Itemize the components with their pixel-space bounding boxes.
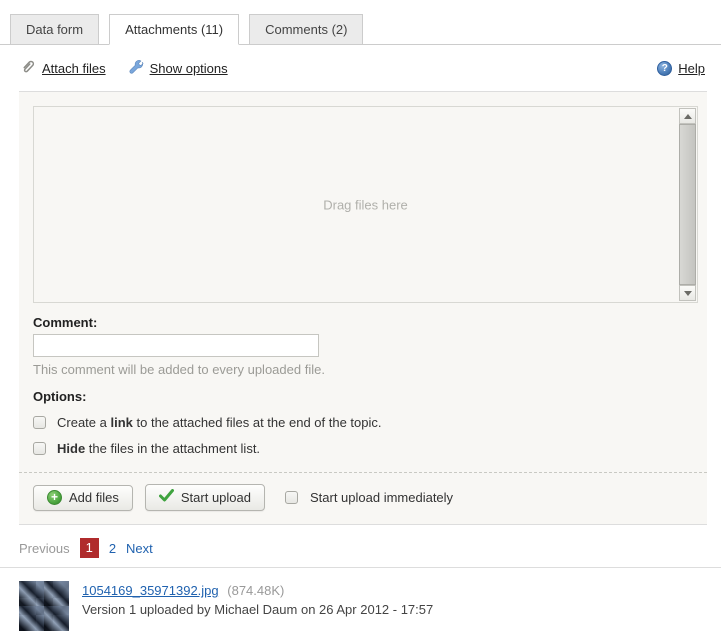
option-row-hide-files: Hide the files in the attachment list. [33, 441, 698, 456]
dropzone-scrollbar[interactable] [679, 108, 696, 301]
create-link-checkbox[interactable] [33, 416, 46, 429]
show-options-link[interactable]: Show options [128, 59, 228, 78]
add-files-button-label: Add files [69, 490, 119, 505]
pagination: Previous 1 2 Next [0, 525, 721, 568]
create-link-text-bold: link [110, 415, 132, 430]
tab-data-form[interactable]: Data form [10, 14, 99, 44]
comment-hint: This comment will be added to every uplo… [33, 362, 698, 377]
create-link-option-label: Create a link to the attached files at t… [57, 415, 382, 430]
dropzone-hint-text: Drag files here [323, 197, 408, 212]
create-link-text-pre: Create a [57, 415, 110, 430]
scroll-up-button[interactable] [679, 108, 696, 124]
create-link-text-post: to the attached files at the end of the … [133, 415, 382, 430]
dropzone[interactable]: Drag files here [33, 106, 698, 303]
paperclip-icon [20, 59, 36, 78]
scrollbar-track[interactable] [679, 124, 696, 285]
wrench-icon [128, 59, 144, 78]
add-circle-icon: + [47, 490, 62, 505]
tab-bar: Data form Attachments (11) Comments (2) [0, 0, 721, 45]
start-immediately-checkbox[interactable] [285, 491, 298, 504]
pagination-next-link[interactable]: Next [126, 541, 153, 556]
option-row-create-link: Create a link to the attached files at t… [33, 415, 698, 430]
attachments-toolbar: Attach files Show options ? Help [0, 45, 721, 91]
toolbar-left-group: Attach files Show options [20, 59, 228, 78]
hide-files-checkbox[interactable] [33, 442, 46, 455]
comment-section: Comment: This comment will be added to e… [33, 315, 698, 456]
pagination-page-1-current[interactable]: 1 [80, 538, 99, 558]
scroll-down-button[interactable] [679, 285, 696, 301]
upload-actions: + Add files Start upload Start upload im… [33, 473, 698, 524]
triangle-up-icon [684, 114, 692, 119]
options-label: Options: [33, 389, 698, 404]
help-link[interactable]: ? Help [657, 61, 705, 76]
start-upload-button-label: Start upload [181, 490, 251, 505]
attachment-row: 1054169_35971392.jpg (874.48K) Version 1… [19, 581, 721, 631]
hide-files-text-post: the files in the attachment list. [85, 441, 260, 456]
hide-files-text-bold: Hide [57, 441, 85, 456]
attach-files-link[interactable]: Attach files [20, 59, 106, 78]
attachment-size: (874.48K) [227, 583, 284, 598]
show-options-label: Show options [150, 61, 228, 76]
comment-input[interactable] [33, 334, 319, 357]
tab-attachments[interactable]: Attachments (11) [109, 14, 239, 45]
start-immediately-label: Start upload immediately [310, 490, 453, 505]
attachment-version-details: Version 1 uploaded by Michael Daum on 26… [82, 601, 433, 618]
help-label: Help [678, 61, 705, 76]
attach-files-label: Attach files [42, 61, 106, 76]
comment-label: Comment: [33, 315, 698, 330]
triangle-down-icon [684, 291, 692, 296]
start-upload-button[interactable]: Start upload [145, 484, 265, 511]
scrollbar-thumb[interactable] [679, 124, 696, 285]
checkmark-icon [159, 489, 174, 505]
attachment-thumbnail[interactable] [19, 581, 69, 631]
tab-comments[interactable]: Comments (2) [249, 14, 363, 44]
hide-files-option-label: Hide the files in the attachment list. [57, 441, 260, 456]
upload-panel: Drag files here Comment: This comment wi… [19, 91, 707, 525]
pagination-page-2-link[interactable]: 2 [109, 541, 116, 556]
attachment-title-line: 1054169_35971392.jpg (874.48K) [82, 582, 433, 599]
help-icon: ? [657, 61, 672, 76]
attachment-filename-link[interactable]: 1054169_35971392.jpg [82, 583, 219, 598]
attachment-meta: 1054169_35971392.jpg (874.48K) Version 1… [82, 581, 433, 618]
pagination-previous: Previous [19, 541, 70, 556]
add-files-button[interactable]: + Add files [33, 485, 133, 511]
